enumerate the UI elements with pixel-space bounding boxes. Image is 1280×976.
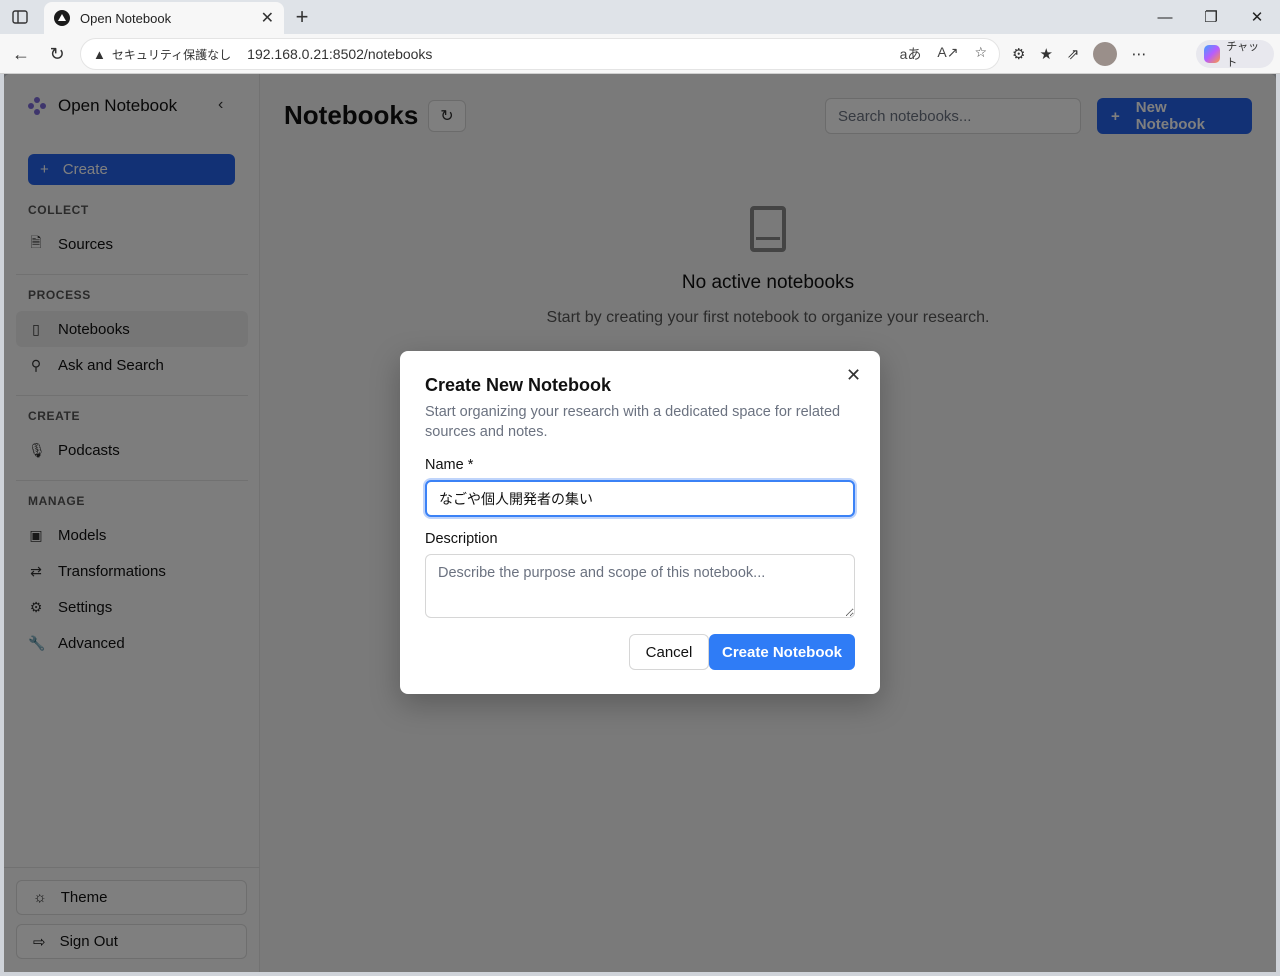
- warning-icon[interactable]: ▲: [93, 47, 106, 62]
- copilot-chat-button[interactable]: チャット: [1196, 40, 1274, 69]
- tab-close-icon[interactable]: ✕: [261, 8, 274, 28]
- browser-tab-bar: Open Notebook ✕ + — ❐ ✕: [0, 0, 1280, 34]
- tab-title: Open Notebook: [80, 10, 172, 26]
- name-field[interactable]: [425, 480, 855, 517]
- share-icon[interactable]: ⇗: [1067, 45, 1080, 63]
- window-controls: — ❐ ✕: [1142, 0, 1280, 34]
- address-bar-row: ← ↻ ▲ セキュリティ保護なし 192.168.0.21:8502/noteb…: [0, 34, 1280, 74]
- new-tab-button[interactable]: +: [290, 4, 314, 30]
- close-icon[interactable]: ✕: [846, 365, 861, 386]
- browser-tab[interactable]: Open Notebook ✕: [44, 2, 284, 34]
- window-close-icon[interactable]: ✕: [1234, 0, 1280, 34]
- restore-icon[interactable]: ❐: [1188, 0, 1234, 34]
- back-icon[interactable]: ←: [8, 42, 34, 66]
- dialog-description: Start organizing your research with a de…: [425, 404, 841, 440]
- extensions-icon[interactable]: ⚙: [1012, 45, 1025, 63]
- cancel-button[interactable]: Cancel: [629, 634, 709, 670]
- minimize-icon[interactable]: —: [1142, 0, 1188, 34]
- chat-label: チャット: [1226, 41, 1260, 69]
- translate-icon[interactable]: aあ: [900, 44, 922, 64]
- address-bar[interactable]: ▲ セキュリティ保護なし 192.168.0.21:8502/notebooks…: [80, 38, 1000, 70]
- url-text[interactable]: 192.168.0.21:8502/notebooks: [247, 46, 899, 62]
- profile-avatar[interactable]: [1093, 42, 1118, 66]
- copilot-icon: [1204, 45, 1221, 63]
- name-label: Name *: [425, 457, 474, 473]
- more-icon[interactable]: ⋯: [1131, 45, 1146, 63]
- description-field[interactable]: [425, 554, 855, 618]
- create-notebook-button[interactable]: Create Notebook: [709, 634, 855, 670]
- favorite-star-icon[interactable]: ☆: [974, 44, 987, 64]
- favorites-icon[interactable]: ★: [1039, 45, 1052, 63]
- favicon-icon: [54, 10, 70, 26]
- create-notebook-dialog: ✕ Create New Notebook Start organizing y…: [400, 351, 880, 694]
- dialog-title: Create New Notebook: [425, 375, 612, 395]
- read-aloud-icon[interactable]: A↗: [937, 44, 958, 64]
- reload-icon[interactable]: ↻: [44, 42, 70, 66]
- security-label[interactable]: セキュリティ保護なし: [112, 46, 231, 63]
- description-label: Description: [425, 531, 498, 547]
- tab-actions-icon[interactable]: [8, 6, 32, 28]
